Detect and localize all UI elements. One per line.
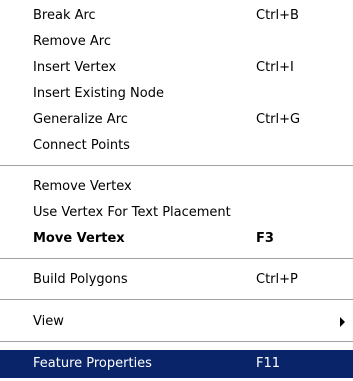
menu-item-remove-arc[interactable]: Remove Arc bbox=[0, 29, 353, 55]
menu-separator bbox=[0, 165, 353, 167]
menu-item-shortcut: F3 bbox=[256, 231, 274, 246]
menu-item-label: Use Vertex For Text Placement bbox=[33, 205, 231, 220]
menu-item-build-polygons[interactable]: Build Polygons Ctrl+P bbox=[0, 267, 353, 293]
chevron-right-icon bbox=[340, 317, 345, 327]
menu-item-view[interactable]: View bbox=[0, 309, 353, 335]
menu-separator bbox=[0, 299, 353, 301]
menu-item-label: Insert Existing Node bbox=[33, 86, 164, 101]
menu-item-shortcut: Ctrl+I bbox=[256, 60, 294, 75]
menu-item-remove-vertex[interactable]: Remove Vertex bbox=[0, 174, 353, 200]
context-menu: Break Arc Ctrl+B Remove Arc Insert Verte… bbox=[0, 0, 353, 381]
menu-item-insert-vertex[interactable]: Insert Vertex Ctrl+I bbox=[0, 55, 353, 81]
menu-item-generalize-arc[interactable]: Generalize Arc Ctrl+G bbox=[0, 107, 353, 133]
menu-separator bbox=[0, 341, 353, 343]
menu-item-label: Move Vertex bbox=[33, 231, 125, 246]
menu-item-label: Break Arc bbox=[33, 8, 96, 23]
menu-item-label: Connect Points bbox=[33, 138, 130, 153]
menu-item-label: Insert Vertex bbox=[33, 60, 117, 75]
menu-item-label: View bbox=[33, 314, 64, 329]
menu-item-shortcut: Ctrl+G bbox=[256, 112, 301, 127]
menu-item-label: Remove Arc bbox=[33, 34, 111, 49]
menu-item-label: Feature Properties bbox=[33, 356, 152, 371]
menu-item-feature-properties[interactable]: Feature Properties F11 bbox=[0, 350, 353, 378]
menu-item-move-vertex[interactable]: Move Vertex F3 bbox=[0, 226, 353, 252]
menu-item-label: Remove Vertex bbox=[33, 179, 132, 194]
menu-item-break-arc[interactable]: Break Arc Ctrl+B bbox=[0, 3, 353, 29]
menu-item-label: Generalize Arc bbox=[33, 112, 128, 127]
menu-item-shortcut: F11 bbox=[256, 356, 281, 371]
menu-item-shortcut: Ctrl+B bbox=[256, 8, 299, 23]
menu-item-use-vertex-for-text-placement[interactable]: Use Vertex For Text Placement bbox=[0, 200, 353, 226]
menu-item-insert-existing-node[interactable]: Insert Existing Node bbox=[0, 81, 353, 107]
menu-item-shortcut: Ctrl+P bbox=[256, 272, 298, 287]
menu-item-label: Build Polygons bbox=[33, 272, 128, 287]
menu-separator bbox=[0, 258, 353, 260]
menu-item-connect-points[interactable]: Connect Points bbox=[0, 133, 353, 159]
